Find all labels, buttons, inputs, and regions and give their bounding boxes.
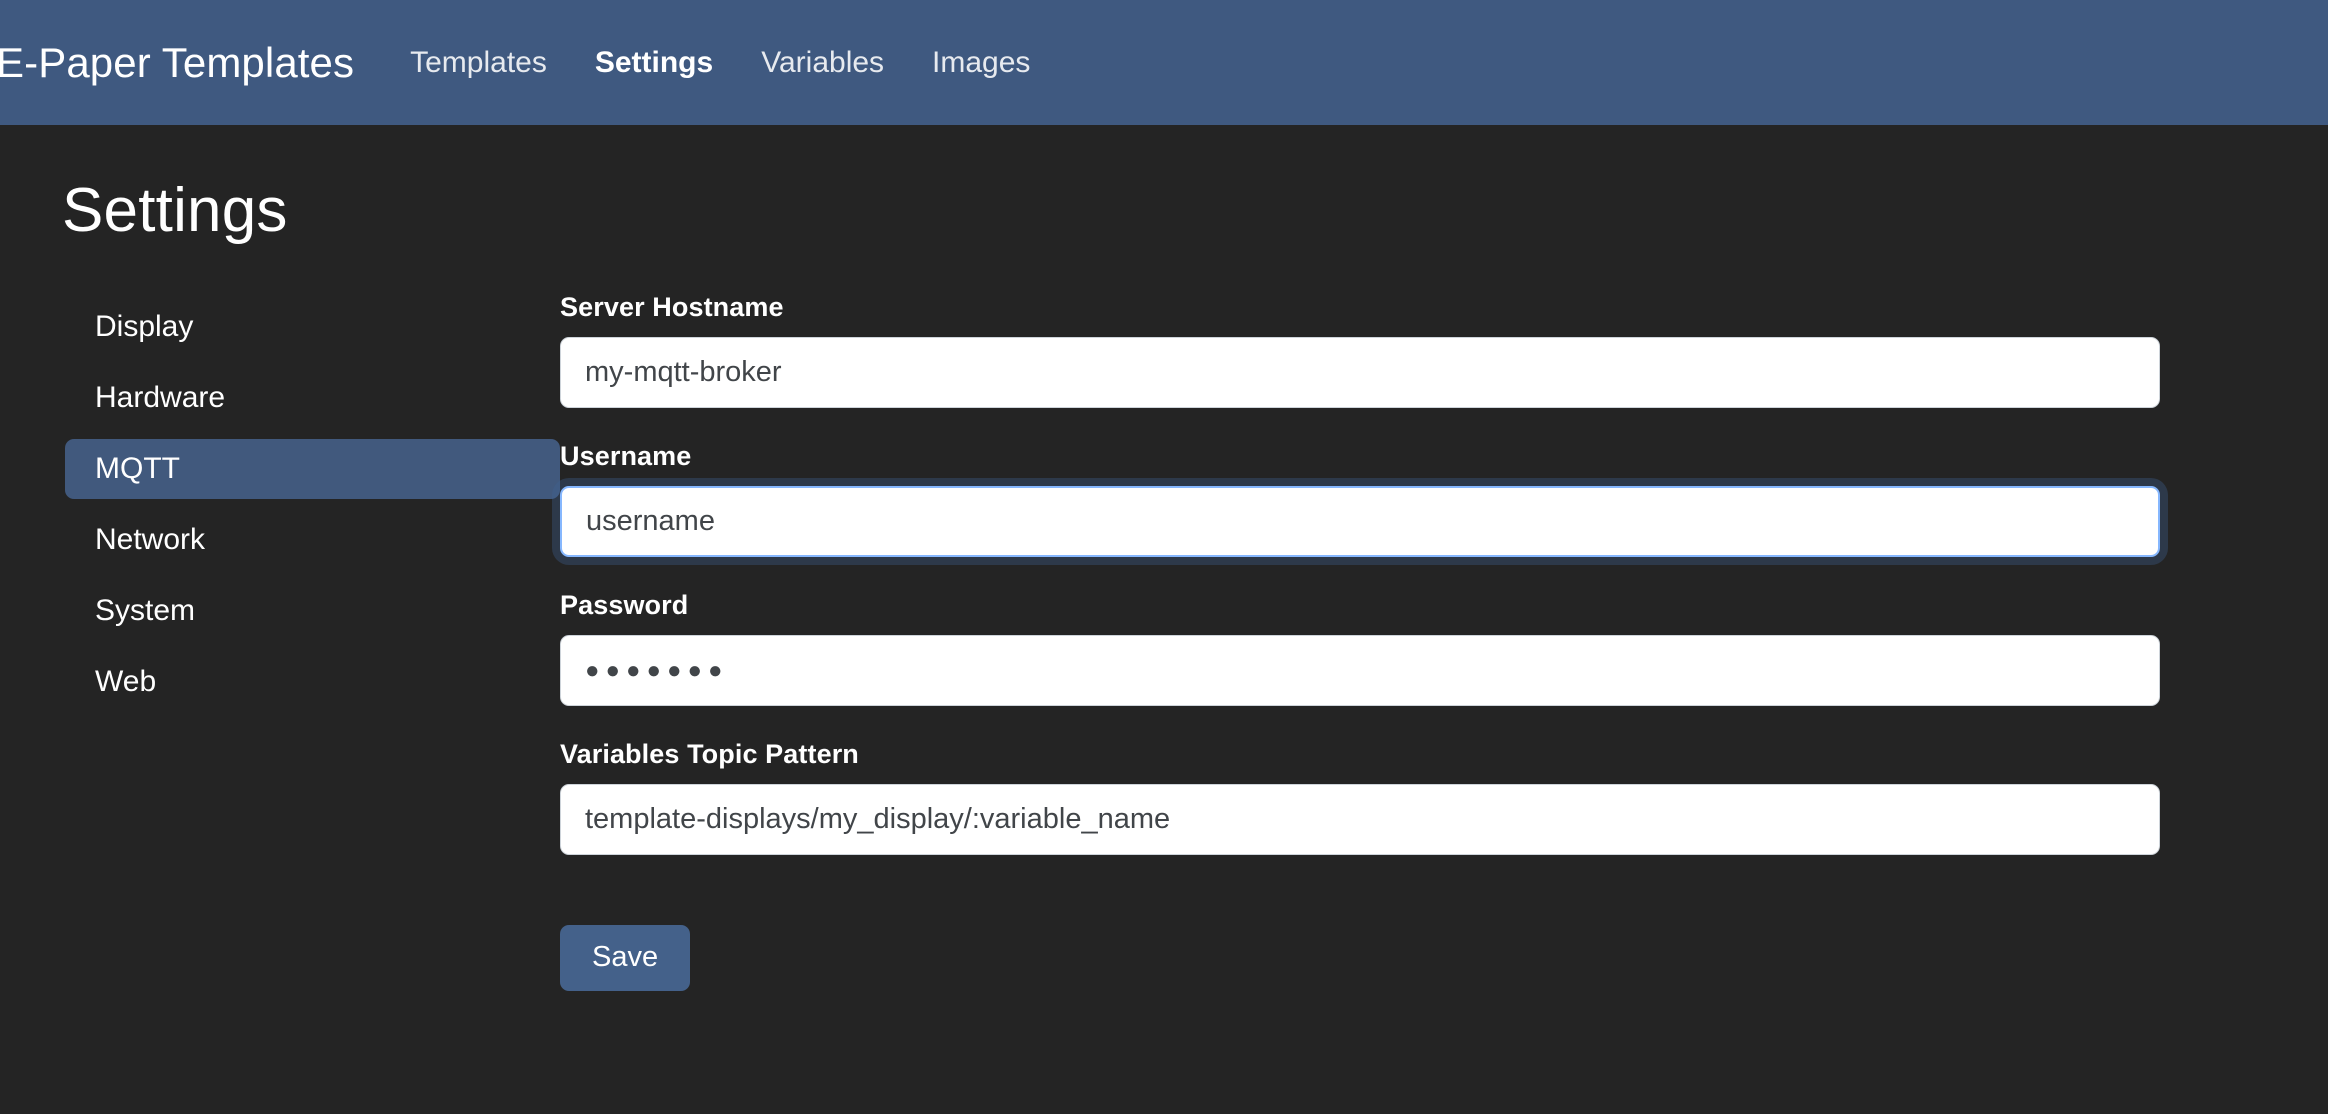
sidebar-item-web[interactable]: Web: [65, 652, 560, 712]
server-hostname-label: Server Hostname: [560, 292, 784, 322]
field-server-hostname: Server Hostname: [560, 292, 2160, 408]
field-variables-topic-pattern: Variables Topic Pattern: [560, 739, 2160, 855]
password-label: Password: [560, 590, 689, 620]
settings-content: Display Hardware MQTT Network System Web…: [0, 242, 2328, 991]
top-navigation-bar: E-Paper Templates Templates Settings Var…: [0, 0, 2328, 125]
variables-topic-pattern-label: Variables Topic Pattern: [560, 739, 859, 769]
field-password: Password: [560, 590, 2160, 706]
variables-topic-pattern-input[interactable]: [560, 784, 2160, 855]
sidebar-item-system[interactable]: System: [65, 581, 560, 641]
form-actions: Save: [560, 888, 2160, 991]
sidebar-item-display[interactable]: Display: [65, 297, 560, 357]
save-button[interactable]: Save: [560, 925, 691, 991]
sidebar-item-network[interactable]: Network: [65, 510, 560, 570]
nav-link-settings[interactable]: Settings: [595, 46, 713, 80]
server-hostname-input[interactable]: [560, 337, 2160, 408]
field-username: Username: [560, 441, 2160, 557]
sidebar-item-hardware[interactable]: Hardware: [65, 368, 560, 428]
page-body: Settings Display Hardware MQTT Network S…: [0, 125, 2328, 1114]
page-title: Settings: [62, 176, 288, 245]
username-label: Username: [560, 441, 692, 471]
password-input[interactable]: [560, 635, 2160, 706]
username-input[interactable]: [560, 486, 2160, 557]
nav-link-templates[interactable]: Templates: [410, 46, 547, 80]
primary-nav: Templates Settings Variables Images: [410, 46, 1030, 80]
nav-link-images[interactable]: Images: [932, 46, 1030, 80]
settings-sidebar: Display Hardware MQTT Network System Web: [0, 292, 560, 991]
nav-link-variables[interactable]: Variables: [761, 46, 884, 80]
app-brand-title[interactable]: E-Paper Templates: [0, 39, 354, 87]
mqtt-settings-form: Server Hostname Username Password Variab…: [560, 292, 2265, 991]
sidebar-item-mqtt[interactable]: MQTT: [65, 439, 560, 499]
